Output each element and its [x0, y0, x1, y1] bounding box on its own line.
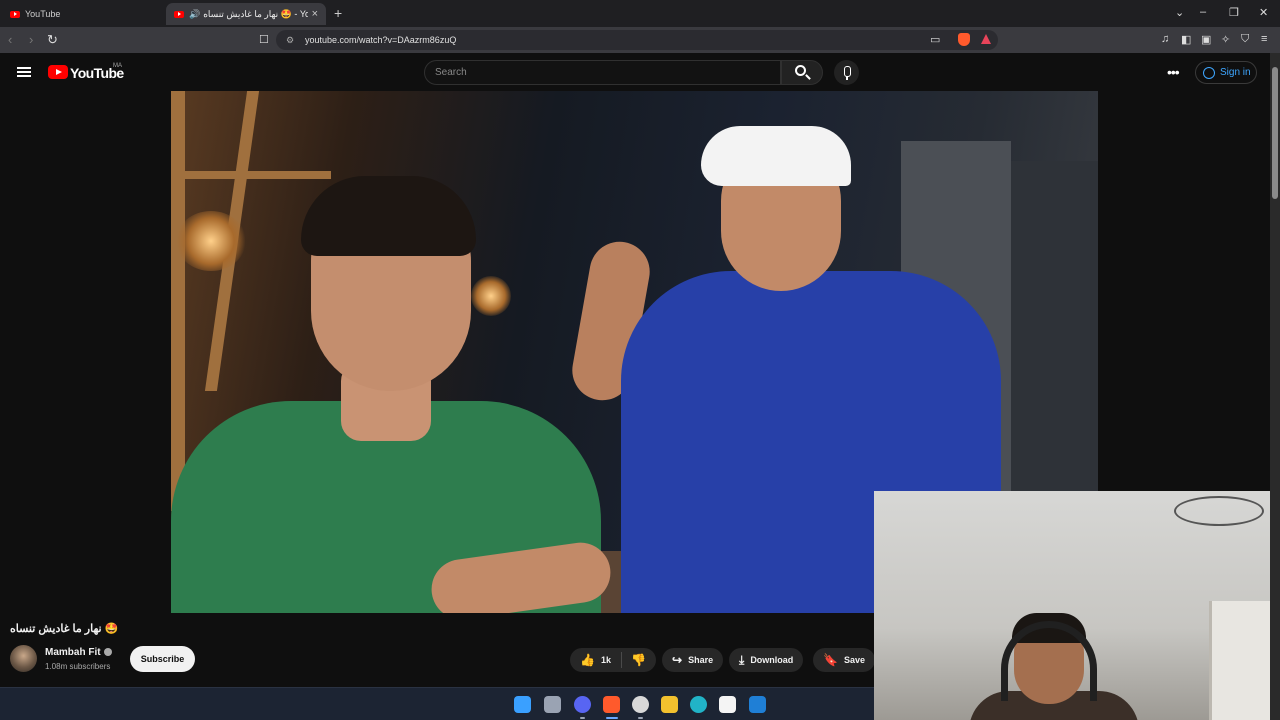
like-count[interactable]: 1k — [601, 655, 611, 665]
close-tab-icon[interactable]: × — [312, 8, 318, 20]
leo-ai-icon[interactable]: ✧ — [1221, 33, 1230, 46]
vpn-icon[interactable]: ⛉ — [1241, 33, 1249, 46]
file-explorer-icon[interactable] — [661, 696, 678, 713]
scrollbar-thumb[interactable] — [1272, 67, 1278, 199]
tab-youtube[interactable]: YouTube — [2, 3, 164, 25]
sidebar-icon[interactable]: ◧ — [1181, 33, 1191, 46]
running-indicator — [580, 717, 585, 719]
hamburger-menu-icon[interactable] — [17, 67, 31, 77]
tab-video[interactable]: 🔊 نهار ما غاديش تنساه 🤩 - YouTube × — [166, 3, 326, 25]
discord-icon[interactable] — [574, 696, 591, 713]
voice-search-icon[interactable] — [834, 60, 859, 85]
forward-icon[interactable]: › — [29, 32, 33, 47]
tab-title: YouTube — [25, 9, 61, 19]
like-dislike-group: 👍 1k 👎 — [570, 648, 656, 672]
share-icon: ↪ — [672, 653, 683, 667]
browser-tab-bar: YouTube 🔊 نهار ما غاديش تنساه 🤩 - YouTub… — [0, 0, 1280, 27]
music-icon[interactable]: ♫ — [1161, 33, 1169, 45]
restore-button[interactable]: ❐ — [1229, 6, 1239, 19]
download-icon: ⤓ — [739, 652, 745, 667]
video-title: نهار ما غاديش تنساه 🤩 — [10, 623, 119, 635]
menu-icon[interactable]: ≡ — [1261, 33, 1267, 45]
back-icon[interactable]: ‹ — [8, 32, 12, 47]
channel-name-text[interactable]: Mambah Fit — [45, 647, 101, 658]
chatgpt-icon[interactable] — [632, 696, 649, 713]
person-left — [171, 171, 615, 613]
channel-name[interactable]: Mambah Fit — [45, 647, 112, 658]
youtube-favicon-icon — [10, 10, 20, 18]
brave-shields-icon[interactable] — [958, 33, 970, 46]
tab-search-dropdown-icon[interactable]: ⌄ — [1175, 6, 1184, 19]
share-button[interactable]: ↪ Share — [662, 648, 724, 672]
brave-rewards-icon[interactable] — [981, 34, 991, 44]
subscriber-count: 1.08m subscribers — [45, 662, 111, 671]
save-button[interactable]: 🔖 Save — [813, 648, 875, 672]
url-text[interactable]: youtube.com/watch?v=DAazrm86zuQ — [305, 35, 456, 45]
minimize-button[interactable]: – — [1200, 6, 1206, 18]
brave-icon[interactable] — [603, 696, 620, 713]
white-cap — [701, 126, 851, 186]
download-button[interactable]: ⤓ Download — [729, 648, 804, 672]
shelf — [1209, 601, 1270, 720]
wall-panel — [1011, 161, 1098, 541]
start-icon[interactable] — [514, 696, 531, 713]
reload-icon[interactable]: ↻ — [47, 32, 58, 48]
share-label: Share — [688, 655, 714, 665]
wallet-icon[interactable]: ▣ — [1201, 33, 1211, 46]
speaker-icon[interactable]: 🔊 — [189, 9, 200, 20]
outlook-icon[interactable] — [749, 696, 766, 713]
store-icon[interactable] — [719, 696, 736, 713]
tab-title: نهار ما غاديش تنساه 🤩 - YouTube — [203, 8, 308, 19]
more-options-icon[interactable]: ••• — [1167, 64, 1180, 80]
active-indicator — [606, 717, 618, 719]
new-tab-button[interactable]: + — [334, 5, 342, 21]
search-input[interactable]: Search — [424, 60, 781, 85]
running-indicator — [638, 717, 643, 719]
browser-toolbar: ‹ › ↻ ☐ ⚙ youtube.com/watch?v=DAazrm86zu… — [0, 27, 1280, 53]
region-code: MA — [113, 63, 122, 69]
download-label: Download — [750, 655, 794, 665]
youtube-header: YouTube MA Search ••• Sign in — [0, 53, 1270, 91]
site-info-icon[interactable]: ⚙ — [286, 35, 294, 46]
hair — [301, 176, 476, 256]
dislike-icon[interactable]: 👎 — [631, 653, 646, 667]
save-icon: 🔖 — [823, 653, 838, 667]
subscribe-button[interactable]: Subscribe — [130, 646, 195, 672]
search-icon — [795, 65, 806, 76]
windows-taskbar — [0, 687, 874, 720]
youtube-logo-icon[interactable] — [48, 65, 68, 79]
sign-in-button[interactable]: Sign in — [1195, 61, 1257, 84]
save-label: Save — [843, 655, 865, 665]
like-icon[interactable]: 👍 — [580, 653, 595, 667]
youtube-favicon-icon — [174, 10, 184, 18]
webcam-overlay — [874, 491, 1270, 720]
page-scrollbar[interactable] — [1270, 53, 1280, 720]
channel-avatar[interactable] — [10, 645, 37, 672]
edge-icon[interactable] — [690, 696, 707, 713]
ceiling-light — [1174, 496, 1264, 526]
bookmark-icon[interactable]: ☐ — [259, 33, 269, 46]
close-window-button[interactable]: ✕ — [1259, 6, 1268, 19]
user-icon — [1203, 66, 1215, 79]
verified-icon — [103, 648, 112, 657]
task-view-icon[interactable] — [544, 696, 561, 713]
sign-in-label: Sign in — [1220, 67, 1251, 78]
cast-icon[interactable]: ▭ — [930, 33, 940, 46]
